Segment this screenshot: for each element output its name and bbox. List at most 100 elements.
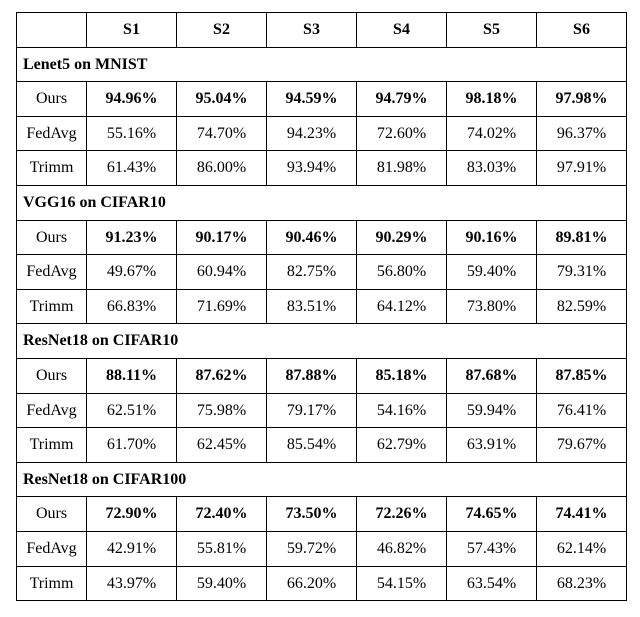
method-cell: Trimm <box>17 566 87 601</box>
value-cell: 87.88% <box>267 358 357 393</box>
value-cell: 89.81% <box>537 220 627 255</box>
value-cell: 86.00% <box>177 151 267 186</box>
value-cell: 97.91% <box>537 151 627 186</box>
value-cell: 85.18% <box>357 358 447 393</box>
value-cell: 79.17% <box>267 393 357 428</box>
value-cell: 61.43% <box>87 151 177 186</box>
value-cell: 66.20% <box>267 566 357 601</box>
value-cell: 95.04% <box>177 82 267 117</box>
value-cell: 88.11% <box>87 358 177 393</box>
value-cell: 63.91% <box>447 428 537 463</box>
value-cell: 55.16% <box>87 116 177 151</box>
value-cell: 94.79% <box>357 82 447 117</box>
value-cell: 74.02% <box>447 116 537 151</box>
value-cell: 87.68% <box>447 358 537 393</box>
method-cell: Trimm <box>17 151 87 186</box>
value-cell: 82.75% <box>267 255 357 290</box>
table-row: FedAvg55.16%74.70%94.23%72.60%74.02%96.3… <box>17 116 627 151</box>
value-cell: 73.50% <box>267 497 357 532</box>
method-cell: FedAvg <box>17 531 87 566</box>
value-cell: 62.51% <box>87 393 177 428</box>
value-cell: 94.59% <box>267 82 357 117</box>
table-row: Ours72.90%72.40%73.50%72.26%74.65%74.41% <box>17 497 627 532</box>
page: S1 S2 S3 S4 S5 S6 Lenet5 on MNISTOurs94.… <box>0 0 640 617</box>
value-cell: 71.69% <box>177 289 267 324</box>
value-cell: 73.80% <box>447 289 537 324</box>
value-cell: 59.72% <box>267 531 357 566</box>
section-row: ResNet18 on CIFAR100 <box>17 462 627 497</box>
value-cell: 90.17% <box>177 220 267 255</box>
value-cell: 68.23% <box>537 566 627 601</box>
value-cell: 62.45% <box>177 428 267 463</box>
value-cell: 59.40% <box>177 566 267 601</box>
value-cell: 90.16% <box>447 220 537 255</box>
value-cell: 72.40% <box>177 497 267 532</box>
method-cell: Ours <box>17 82 87 117</box>
value-cell: 94.96% <box>87 82 177 117</box>
value-cell: 93.94% <box>267 151 357 186</box>
method-cell: Trimm <box>17 428 87 463</box>
table-row: FedAvg42.91%55.81%59.72%46.82%57.43%62.1… <box>17 531 627 566</box>
results-table: S1 S2 S3 S4 S5 S6 Lenet5 on MNISTOurs94.… <box>16 12 627 601</box>
value-cell: 55.81% <box>177 531 267 566</box>
value-cell: 46.82% <box>357 531 447 566</box>
header-s4: S4 <box>357 13 447 48</box>
method-cell: Ours <box>17 220 87 255</box>
value-cell: 87.62% <box>177 358 267 393</box>
value-cell: 76.41% <box>537 393 627 428</box>
value-cell: 96.37% <box>537 116 627 151</box>
value-cell: 56.80% <box>357 255 447 290</box>
table-row: FedAvg62.51%75.98%79.17%54.16%59.94%76.4… <box>17 393 627 428</box>
value-cell: 57.43% <box>447 531 537 566</box>
table-row: Ours88.11%87.62%87.88%85.18%87.68%87.85% <box>17 358 627 393</box>
table-row: Trimm61.70%62.45%85.54%62.79%63.91%79.67… <box>17 428 627 463</box>
value-cell: 72.60% <box>357 116 447 151</box>
value-cell: 60.94% <box>177 255 267 290</box>
value-cell: 43.97% <box>87 566 177 601</box>
table-row: Trimm61.43%86.00%93.94%81.98%83.03%97.91… <box>17 151 627 186</box>
section-row: Lenet5 on MNIST <box>17 47 627 82</box>
table-row: Ours91.23%90.17%90.46%90.29%90.16%89.81% <box>17 220 627 255</box>
value-cell: 83.51% <box>267 289 357 324</box>
table-row: Trimm66.83%71.69%83.51%64.12%73.80%82.59… <box>17 289 627 324</box>
value-cell: 61.70% <box>87 428 177 463</box>
method-cell: Ours <box>17 358 87 393</box>
value-cell: 64.12% <box>357 289 447 324</box>
value-cell: 91.23% <box>87 220 177 255</box>
table-header: S1 S2 S3 S4 S5 S6 <box>17 13 627 48</box>
section-title: Lenet5 on MNIST <box>17 47 627 82</box>
value-cell: 72.26% <box>357 497 447 532</box>
method-cell: FedAvg <box>17 116 87 151</box>
value-cell: 74.70% <box>177 116 267 151</box>
value-cell: 90.46% <box>267 220 357 255</box>
value-cell: 82.59% <box>537 289 627 324</box>
value-cell: 42.91% <box>87 531 177 566</box>
value-cell: 49.67% <box>87 255 177 290</box>
value-cell: 72.90% <box>87 497 177 532</box>
value-cell: 59.40% <box>447 255 537 290</box>
value-cell: 83.03% <box>447 151 537 186</box>
section-title: ResNet18 on CIFAR10 <box>17 324 627 359</box>
value-cell: 79.31% <box>537 255 627 290</box>
value-cell: 98.18% <box>447 82 537 117</box>
section-title: ResNet18 on CIFAR100 <box>17 462 627 497</box>
value-cell: 66.83% <box>87 289 177 324</box>
table-row: FedAvg49.67%60.94%82.75%56.80%59.40%79.3… <box>17 255 627 290</box>
table-row: Ours94.96%95.04%94.59%94.79%98.18%97.98% <box>17 82 627 117</box>
table-row: Trimm43.97%59.40%66.20%54.15%63.54%68.23… <box>17 566 627 601</box>
value-cell: 74.41% <box>537 497 627 532</box>
value-cell: 74.65% <box>447 497 537 532</box>
section-row: ResNet18 on CIFAR10 <box>17 324 627 359</box>
value-cell: 97.98% <box>537 82 627 117</box>
value-cell: 59.94% <box>447 393 537 428</box>
header-s5: S5 <box>447 13 537 48</box>
value-cell: 79.67% <box>537 428 627 463</box>
method-cell: FedAvg <box>17 255 87 290</box>
table-body: Lenet5 on MNISTOurs94.96%95.04%94.59%94.… <box>17 47 627 601</box>
header-row: S1 S2 S3 S4 S5 S6 <box>17 13 627 48</box>
header-s1: S1 <box>87 13 177 48</box>
value-cell: 90.29% <box>357 220 447 255</box>
value-cell: 62.14% <box>537 531 627 566</box>
header-s3: S3 <box>267 13 357 48</box>
value-cell: 54.15% <box>357 566 447 601</box>
